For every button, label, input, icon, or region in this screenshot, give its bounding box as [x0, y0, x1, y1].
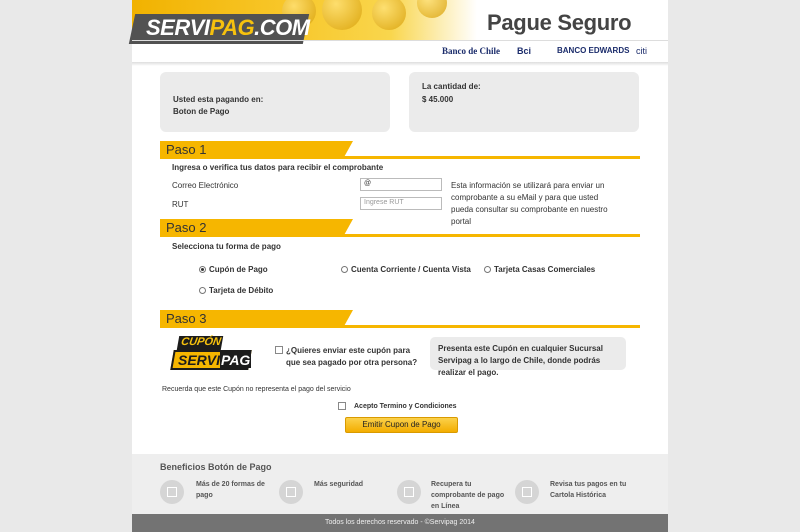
paso-2-title: Paso 2	[166, 220, 207, 235]
header-shadow	[132, 62, 668, 66]
cupon-logo-text: SERVIPAG	[178, 352, 252, 368]
header: SERVIPAG.COM Pague Seguro Banco de Chile…	[128, 0, 668, 66]
page: SERVIPAG.COM Pague Seguro Banco de Chile…	[128, 0, 668, 532]
emit-coupon-button[interactable]: Emitir Cupon de Pago	[345, 417, 458, 433]
page-title: Pague Seguro	[487, 10, 632, 35]
bank-logo-citi: citi	[636, 46, 647, 56]
radio-cuenta-corriente[interactable]	[341, 266, 348, 273]
terms-label[interactable]: Acepto Termino y Condiciones	[354, 403, 457, 410]
logo-com: .COM	[254, 15, 310, 40]
send-coupon-checkbox[interactable]	[275, 346, 283, 354]
divider	[132, 40, 668, 41]
paso-3-title: Paso 3	[166, 311, 207, 326]
email-field[interactable]: @	[360, 178, 442, 191]
paso-bar	[160, 156, 640, 159]
radio-tarjeta-casas-comerciales[interactable]	[484, 266, 491, 273]
benefit-item: Recupera tu comprobante de pago en Línea	[431, 481, 505, 510]
cupon-servipag-logo: CUPÓN SERVIPAG	[170, 336, 252, 372]
logo-serv: SERVI	[146, 15, 210, 40]
cupon-logo-serv: SERVI	[178, 352, 221, 368]
payment-origin-label: Usted esta pagando en:	[173, 95, 264, 104]
rut-field[interactable]: Ingrese RUT	[360, 197, 442, 210]
benefit-item: Más seguridad	[314, 481, 364, 488]
paso-2-header: Paso 2	[160, 219, 640, 237]
paso-3-header: Paso 3	[160, 310, 640, 328]
cupon-reminder: Recuerda que este Cupón no representa el…	[162, 386, 351, 393]
paso-1-header: Paso 1	[160, 141, 640, 159]
servipag-logo[interactable]: SERVIPAG.COM	[146, 15, 310, 41]
bank-logo-bci: Bci	[517, 46, 532, 56]
bank-logos: Banco de Chile Bci BANCO EDWARDS citi	[432, 46, 662, 60]
payment-origin-box: Usted esta pagando en: Boton de Pago	[160, 72, 390, 132]
radio-cupon-de-pago[interactable]	[199, 266, 206, 273]
option-tarjeta-casas-comerciales[interactable]: Tarjeta Casas Comerciales	[494, 265, 595, 274]
logo-pag: PAG	[209, 15, 255, 40]
payment-origin-value: Boton de Pago	[173, 107, 230, 116]
paso-1-subtitle: Ingresa o verifica tus datos para recibi…	[172, 163, 384, 172]
paso-2-subtitle: Selecciona tu forma de pago	[172, 242, 281, 251]
radio-tarjeta-de-debito[interactable]	[199, 287, 206, 294]
shield-icon	[279, 480, 303, 504]
cupon-logo-pag: PAG	[220, 352, 252, 368]
option-tarjeta-de-debito[interactable]: Tarjeta de Débito	[209, 286, 273, 295]
bank-logo-edwards: BANCO EDWARDS	[557, 46, 630, 55]
paso-1-title: Paso 1	[166, 142, 207, 157]
footer: Todos los derechos reservado - ©Servipag…	[132, 514, 668, 532]
amount-box: La cantidad de: $ 45.000	[409, 72, 639, 132]
bank-logo-banco-de-chile: Banco de Chile	[442, 46, 501, 56]
benefits-title: Beneficios Botón de Pago	[160, 462, 272, 472]
paso-bar	[160, 234, 640, 237]
amount-label: La cantidad de:	[422, 82, 481, 91]
terms-checkbox[interactable]	[338, 402, 346, 410]
option-cuenta-corriente[interactable]: Cuenta Corriente / Cuenta Vista	[351, 265, 471, 274]
cupon-logo-top: CUPÓN	[176, 336, 224, 350]
paso-bar	[160, 325, 640, 328]
card-icon	[160, 480, 184, 504]
cupon-info-note: Presenta este Cupón en cualquier Sucursa…	[430, 337, 626, 377]
send-coupon-question: ¿Quieres enviar este cupón para que sea …	[286, 346, 418, 367]
printer-icon	[397, 480, 421, 504]
benefit-item: Más de 20 formas de pago	[196, 481, 265, 499]
option-cupon-de-pago[interactable]: Cupón de Pago	[209, 265, 268, 274]
document-icon	[515, 480, 539, 504]
benefits-section: Beneficios Botón de Pago Más de 20 forma…	[132, 454, 668, 514]
benefit-item: Revisa tus pagos en tu Cartola Histórica	[550, 481, 627, 499]
email-label: Correo Electrónico	[172, 181, 239, 190]
amount-value: $ 45.000	[422, 95, 454, 104]
rut-label: RUT	[172, 200, 189, 209]
